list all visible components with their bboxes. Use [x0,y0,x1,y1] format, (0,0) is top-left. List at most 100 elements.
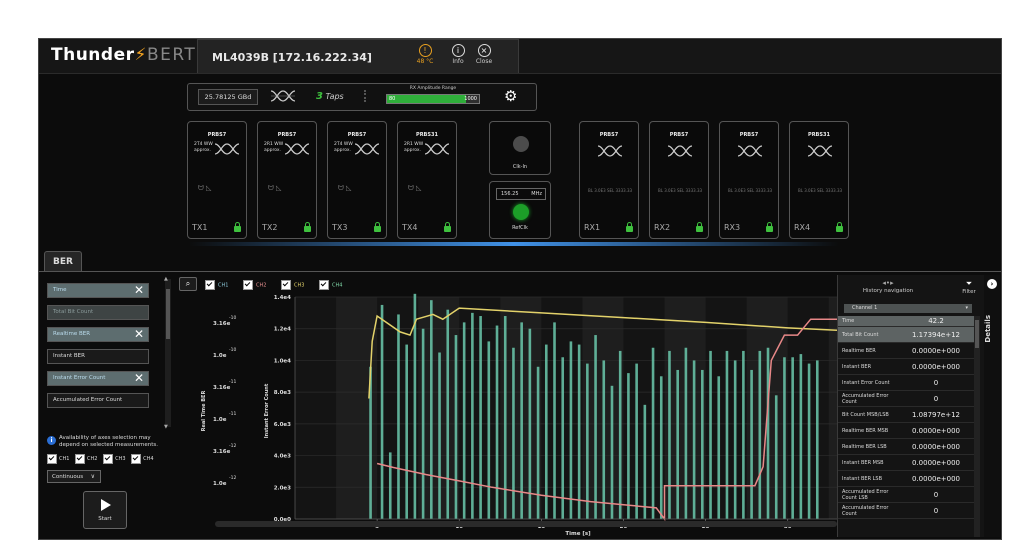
ber-tick-label: 1.0e [213,353,227,359]
ber-tick-label: 3.16e [213,385,231,391]
ch3-legend-checkbox[interactable] [281,280,291,290]
error-count-bar [586,363,589,519]
ch3-checkbox[interactable] [103,454,114,464]
legend-ch3[interactable]: CH3 [281,280,304,290]
measure-item-instant-ber[interactable]: Instant BER [47,349,149,364]
legend-ch1[interactable]: CH1 [205,280,228,290]
error-count-bar [561,357,565,519]
measure-item-total-bit-count[interactable]: Total Bit Count [47,305,149,320]
clock-frequency-field[interactable]: 156.25 MHz [496,188,546,200]
filter-button[interactable]: ⏷ Filter [956,279,982,295]
rx-card-4[interactable]: PRBS31 BL 3.0E3 SEL 3333.33 RX4 [789,121,849,239]
details-row-value: 1.08797e+12 [911,410,961,419]
zoom-icon[interactable]: ⌕ [179,277,197,291]
ber-chart: 0.0e0 2.0e3 4.0e3 6.0e3 8.0e3 1.0e4 1.2e4 1.4e4… [173,275,837,537]
tx-pattern: PRBS7 [277,132,297,138]
data-rate-field[interactable]: 25.78125 GBd [198,89,258,105]
error-count-bar [421,328,425,519]
tab-ber[interactable]: BER [44,251,82,272]
chevron-right-icon[interactable]: › [987,279,997,289]
info-icon: i [47,436,56,445]
ch4-checkbox[interactable] [131,454,142,464]
eye-diagram-icon[interactable] [270,89,296,103]
tx-info: 2T4 WW approx. [194,142,213,153]
tx-card-4[interactable]: PRBS31 2R1 WW approx. ᗢ ◺ TX4 [397,121,457,239]
scroll-thumb[interactable] [166,289,170,339]
details-tab[interactable]: › Details [984,275,1000,537]
close-icon: × [477,44,491,57]
tx-card-1[interactable]: PRBS7 2T4 WW approx. ᗢ ◺ TX1 [187,121,247,239]
amplitude-range-label: RX Amplitude Range [409,86,457,91]
measure-item-instant-error-count[interactable]: Instant Error Count ✕ [47,371,149,386]
error-count-bar [692,360,696,519]
start-button[interactable]: Start [83,491,127,529]
error-count-bar [709,350,712,519]
rx-pattern: PRBS7 [669,132,689,138]
rx-info: BL 3.0E3 SEL 3333.33 [588,188,633,193]
remove-icon[interactable]: ✕ [134,284,144,297]
details-row-value: 0.0000e+000 [911,362,961,371]
legend-ch2[interactable]: CH2 [243,280,266,290]
measure-item-realtime-ber[interactable]: Realtime BER ✕ [47,327,149,342]
chart-horizontal-scrollbar[interactable] [215,521,837,527]
eye-diagram-icon [807,145,833,157]
ch2-checkbox[interactable] [75,454,86,464]
channel-selector[interactable]: Channel 1 ▾ [844,304,972,313]
details-scrollbar[interactable] [974,316,980,537]
ch2-legend-checkbox[interactable] [243,280,253,290]
measure-item-accumulated-error-count[interactable]: Accumulated Error Count [47,393,149,408]
tab-divider [39,271,1001,272]
emphasis-icon[interactable]: ᗢ ◺ [338,184,351,193]
error-count-bar [668,350,671,519]
emphasis-icon[interactable]: ᗢ ◺ [268,184,281,193]
amplitude-range-fill [387,95,467,103]
tx-pattern: PRBS31 [416,132,438,138]
error-count-bar [791,357,794,519]
tx-pattern: PRBS7 [347,132,367,138]
tx-info: 2R1 WW approx. [404,142,424,153]
ch1-legend-checkbox[interactable] [205,280,215,290]
amplitude-range-bar[interactable]: 80 1000 [386,94,480,104]
tx-card-2[interactable]: PRBS7 2R1 WW approx. ᗢ ◺ TX2 [257,121,317,239]
error-count-bar [651,347,655,519]
history-icon: ◂•▸ [882,279,894,287]
tx-card-3[interactable]: PRBS7 2T4 WW approx. ᗢ ◺ TX3 [327,121,387,239]
chart-canvas: 0.0e02.0e34.0e36.0e38.0e31.0e41.2e41.4e4… [201,293,837,537]
app-window: Thunder⚡BERT ML4039B [172.16.222.34] ! 4… [38,38,1002,540]
rx-pattern: PRBS7 [739,132,759,138]
measurement-scrollbar[interactable] [164,276,171,430]
scroll-thumb[interactable] [975,320,979,348]
mode-dropdown[interactable]: Continuous ∨ [47,470,101,483]
clock-in-box[interactable]: Clk-In [489,121,551,175]
ref-clock-led [513,204,529,220]
emphasis-icon[interactable]: ᗢ ◺ [408,184,421,193]
history-navigation[interactable]: ◂•▸ History navigation [842,279,934,294]
details-row: Total Bit Count 1.17394e+12 [838,327,976,343]
legend-ch4[interactable]: CH4 [319,280,342,290]
details-row: Accumulated Error Count 0 [838,503,976,519]
measure-item-time[interactable]: Time ✕ [47,283,149,298]
error-count-bar [520,322,523,519]
device-tab[interactable]: ML4039B [172.16.222.34] ! 48 °C i Info ×… [197,39,519,73]
ch1-checkbox[interactable] [47,454,57,464]
ber-tick-label: 3.16e [213,449,231,455]
taps-indicator[interactable]: 3 Taps [316,91,344,102]
details-row-label: Accumulated Error Count LSB [842,488,889,501]
details-panel: ◂•▸ History navigation ⏷ Filter Channel 1 ▾… [837,275,1000,537]
close-button[interactable]: × Close [469,44,499,65]
rx-card-2[interactable]: PRBS7 BL 3.0E3 SEL 3333.33 RX2 [649,121,709,239]
gear-icon[interactable]: ⚙ [504,87,517,105]
rx-card-3[interactable]: PRBS7 BL 3.0E3 SEL 3333.33 RX3 [719,121,779,239]
remove-icon[interactable]: ✕ [134,372,144,385]
amplitude-min: 80 [389,96,396,102]
emphasis-icon[interactable]: ᗢ ◺ [198,184,211,193]
clock-in-led [513,136,529,152]
ref-clock-box[interactable]: 156.25 MHz RefClk [489,181,551,239]
ch4-legend-checkbox[interactable] [319,280,329,290]
remove-icon[interactable]: ✕ [134,328,144,341]
error-count-bar [799,354,803,519]
details-row: Accumulated Error Count LSB 0 [838,487,976,503]
error-count-bar [528,328,532,519]
error-count-bar [553,322,556,519]
rx-card-1[interactable]: PRBS7 BL 3.0E3 SEL 3333.33 RX1 [579,121,639,239]
